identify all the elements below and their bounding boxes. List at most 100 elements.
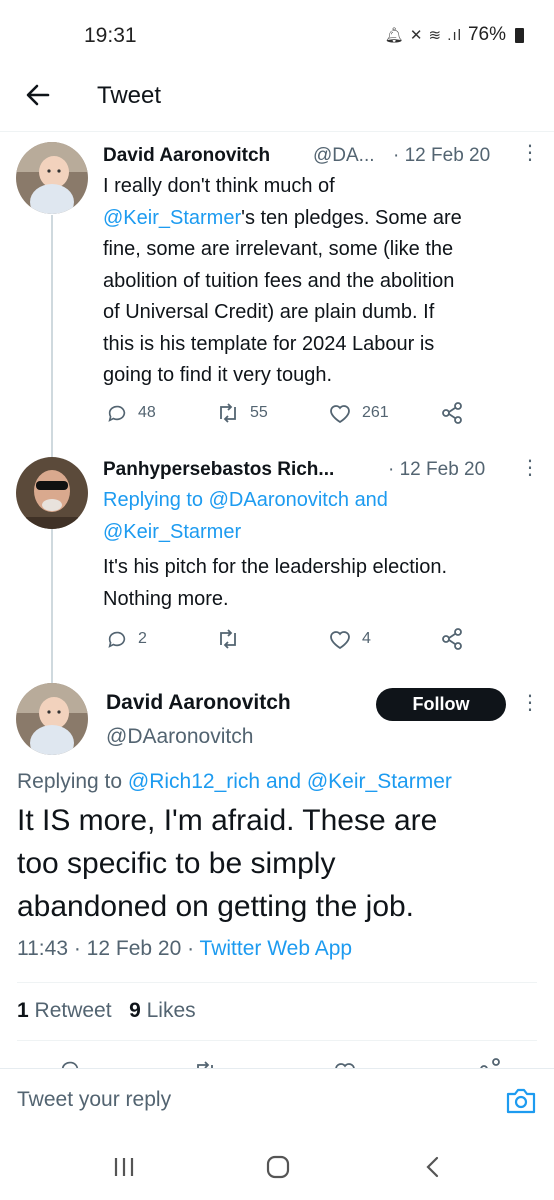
like-count: 261 bbox=[362, 404, 389, 421]
main-share-button[interactable] bbox=[478, 1058, 502, 1068]
battery-level: 76% bbox=[467, 24, 506, 45]
main-tweet-line: It IS more, I'm afraid. These are bbox=[17, 804, 438, 837]
baby-avatar-image bbox=[16, 142, 88, 214]
thread-connector bbox=[51, 215, 53, 685]
tweet1-line: going to find it very tough. bbox=[103, 364, 333, 386]
tweet1-line-rest: 's ten pledges. Some are bbox=[241, 206, 462, 229]
mention-link[interactable]: @DAaronovitch bbox=[209, 489, 349, 511]
likes-stat-label: Likes bbox=[146, 999, 196, 1022]
share-icon bbox=[442, 402, 462, 424]
status-indicators: 🔔︎ ✕ ≋ .ıl 76% bbox=[385, 24, 524, 46]
heart-icon bbox=[330, 631, 350, 650]
status-time: 19:31 bbox=[84, 24, 137, 47]
baby-avatar-image bbox=[16, 683, 88, 755]
retweet-icon bbox=[220, 629, 236, 649]
back-button[interactable] bbox=[18, 77, 58, 113]
retweet-icon bbox=[220, 403, 236, 423]
reply-icon bbox=[108, 405, 126, 422]
replying-and: and bbox=[354, 489, 388, 511]
stats-divider-top bbox=[17, 982, 537, 983]
tweet2-line: It's his pitch for the leadership electi… bbox=[103, 556, 448, 578]
replying-prefix: Replying to bbox=[103, 489, 204, 511]
retweet-button[interactable] bbox=[216, 628, 250, 650]
heart-icon bbox=[335, 1063, 355, 1068]
recent-apps-button[interactable] bbox=[112, 1156, 136, 1183]
status-icons: 🔔︎ ✕ ≋ .ıl bbox=[384, 27, 462, 44]
tweet-time: 11:43 bbox=[17, 937, 68, 960]
tweet1-handle[interactable]: @DA... bbox=[313, 145, 375, 167]
tweet1-date: · 12 Feb 20 bbox=[393, 145, 491, 166]
retweet-stat-label: Retweet bbox=[34, 999, 112, 1022]
reply-input[interactable]: Tweet your reply bbox=[17, 1088, 171, 1112]
home-button[interactable] bbox=[266, 1155, 290, 1184]
main-retweet-button[interactable] bbox=[193, 1060, 217, 1068]
avatar[interactable] bbox=[16, 142, 88, 214]
mention-link[interactable]: @Keir_Starmer bbox=[103, 521, 241, 543]
main-tweet-text: It IS more, I'm afraid. These are too sp… bbox=[17, 799, 542, 928]
tweet1-author-name[interactable]: David Aaronovitch bbox=[103, 145, 270, 167]
retweet-button[interactable]: 55 bbox=[216, 402, 268, 424]
tweet1-line: this is his template for 2024 Labour is bbox=[103, 332, 435, 355]
main-tweet-line: too specific to be simply bbox=[17, 847, 336, 880]
avatar[interactable] bbox=[16, 683, 88, 755]
chevron-left-icon bbox=[426, 1156, 439, 1178]
reply-count: 48 bbox=[138, 404, 156, 421]
main-reply-button[interactable] bbox=[58, 1058, 82, 1068]
engagement-stats: 1 Retweet 9 Likes bbox=[17, 999, 196, 1023]
mention-link[interactable]: @Keir_Starmer bbox=[103, 207, 241, 229]
mention-link[interactable]: @Rich12_rich bbox=[128, 770, 260, 793]
status-bar: 19:31 🔔︎ ✕ ≋ .ıl 76% bbox=[0, 0, 554, 72]
stats-divider-bottom bbox=[17, 1040, 537, 1041]
tweet2-text: It's his pitch for the leadership electi… bbox=[103, 552, 543, 615]
reply-button[interactable]: 48 bbox=[106, 402, 156, 424]
likes-stat[interactable]: 9 Likes bbox=[129, 999, 196, 1022]
replying-and: and bbox=[265, 770, 302, 793]
avatar[interactable] bbox=[16, 457, 88, 529]
page-title: Tweet bbox=[97, 82, 162, 109]
like-button[interactable]: 261 bbox=[328, 402, 389, 424]
share-button[interactable] bbox=[440, 628, 464, 650]
follow-button[interactable]: Follow bbox=[376, 688, 506, 721]
more-options-icon[interactable]: ⋮ bbox=[520, 455, 540, 480]
main-author-handle[interactable]: @DAaronovitch bbox=[106, 725, 253, 749]
retweet-icon bbox=[197, 1061, 213, 1068]
tweet2-line: Nothing more. bbox=[103, 587, 229, 610]
camera-icon bbox=[506, 1088, 536, 1114]
like-count: 4 bbox=[362, 630, 371, 647]
retweet-stat-count: 1 bbox=[17, 999, 29, 1022]
like-button[interactable]: 4 bbox=[328, 628, 371, 650]
more-options-icon[interactable]: ⋮ bbox=[520, 690, 540, 715]
heart-icon bbox=[330, 405, 350, 424]
reply-button[interactable]: 2 bbox=[106, 628, 147, 650]
tweet2-date: · 12 Feb 20 bbox=[388, 459, 486, 480]
tweet1-line: fine, some are irrelevant, some (like th… bbox=[103, 238, 454, 260]
tweet1-line: of Universal Credit) are plain dumb. If bbox=[103, 301, 435, 323]
tweet2-author-name[interactable]: Panhypersebastos Rich... bbox=[103, 459, 334, 481]
share-button[interactable] bbox=[440, 402, 464, 424]
main-tweet-line: abandoned on getting the job. bbox=[17, 890, 415, 923]
retweet-stat[interactable]: 1 Retweet bbox=[17, 999, 112, 1022]
arrow-left-icon bbox=[26, 84, 50, 106]
share-icon bbox=[480, 1058, 500, 1068]
reply-icon bbox=[61, 1061, 79, 1068]
more-options-icon[interactable]: ⋮ bbox=[520, 140, 540, 165]
header-divider bbox=[0, 131, 554, 132]
likes-stat-count: 9 bbox=[129, 999, 141, 1022]
recent-apps-icon bbox=[114, 1158, 134, 1176]
main-author-name[interactable]: David Aaronovitch bbox=[106, 691, 291, 715]
camera-button[interactable] bbox=[505, 1086, 537, 1121]
main-like-button[interactable] bbox=[333, 1060, 357, 1068]
main-tweet-meta: 11:43 · 12 Feb 20 · Twitter Web App bbox=[17, 937, 352, 961]
retweet-count: 55 bbox=[250, 404, 268, 421]
main-replying-to: Replying to @Rich12_rich and @Keir_Starm… bbox=[17, 770, 452, 794]
tweet1-line: @Keir_Starmer's ten pledges. Some are bbox=[103, 203, 543, 235]
mention-link[interactable]: @Keir_Starmer bbox=[307, 770, 452, 793]
replying-prefix: Replying to bbox=[17, 770, 123, 793]
share-icon bbox=[442, 628, 462, 650]
back-nav-button[interactable] bbox=[424, 1155, 442, 1184]
tweet2-replying-to: Replying to @DAaronovitch and @Keir_Star… bbox=[103, 485, 543, 548]
battery-icon bbox=[515, 27, 524, 43]
tweet-source-link[interactable]: Twitter Web App bbox=[200, 937, 353, 960]
reply-icon bbox=[108, 631, 126, 648]
man-sunglasses-avatar-image bbox=[16, 457, 88, 529]
